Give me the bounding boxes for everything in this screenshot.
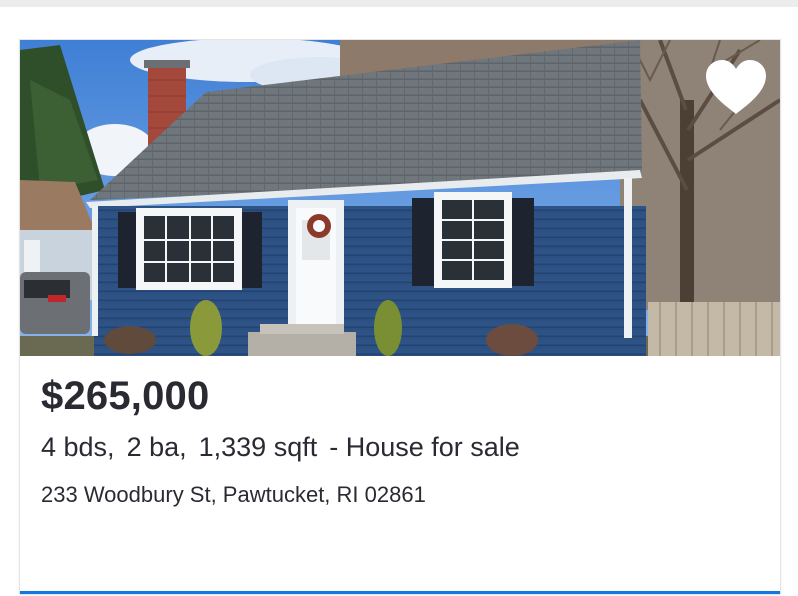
beds-count: 4 bds, <box>41 432 115 462</box>
heart-icon <box>706 60 766 114</box>
top-strip <box>0 0 798 7</box>
house-exterior-photo <box>20 40 780 356</box>
listing-photo[interactable] <box>20 40 780 356</box>
listing-price: $265,000 <box>41 374 210 418</box>
listing-facts: 4 bds, 2 ba, 1,339 sqft - House for sale <box>41 432 520 463</box>
listing-card[interactable]: $265,000 4 bds, 2 ba, 1,339 sqft - House fo… <box>20 40 780 594</box>
listing-address[interactable]: 233 Woodbury St, Pawtucket, RI 02861 <box>41 482 426 508</box>
square-footage: 1,339 sqft <box>198 432 318 462</box>
card-accent-bar <box>20 591 780 594</box>
listing-status: - House for sale <box>329 432 520 462</box>
baths-count: 2 ba, <box>126 432 187 462</box>
favorite-button[interactable] <box>702 58 770 118</box>
